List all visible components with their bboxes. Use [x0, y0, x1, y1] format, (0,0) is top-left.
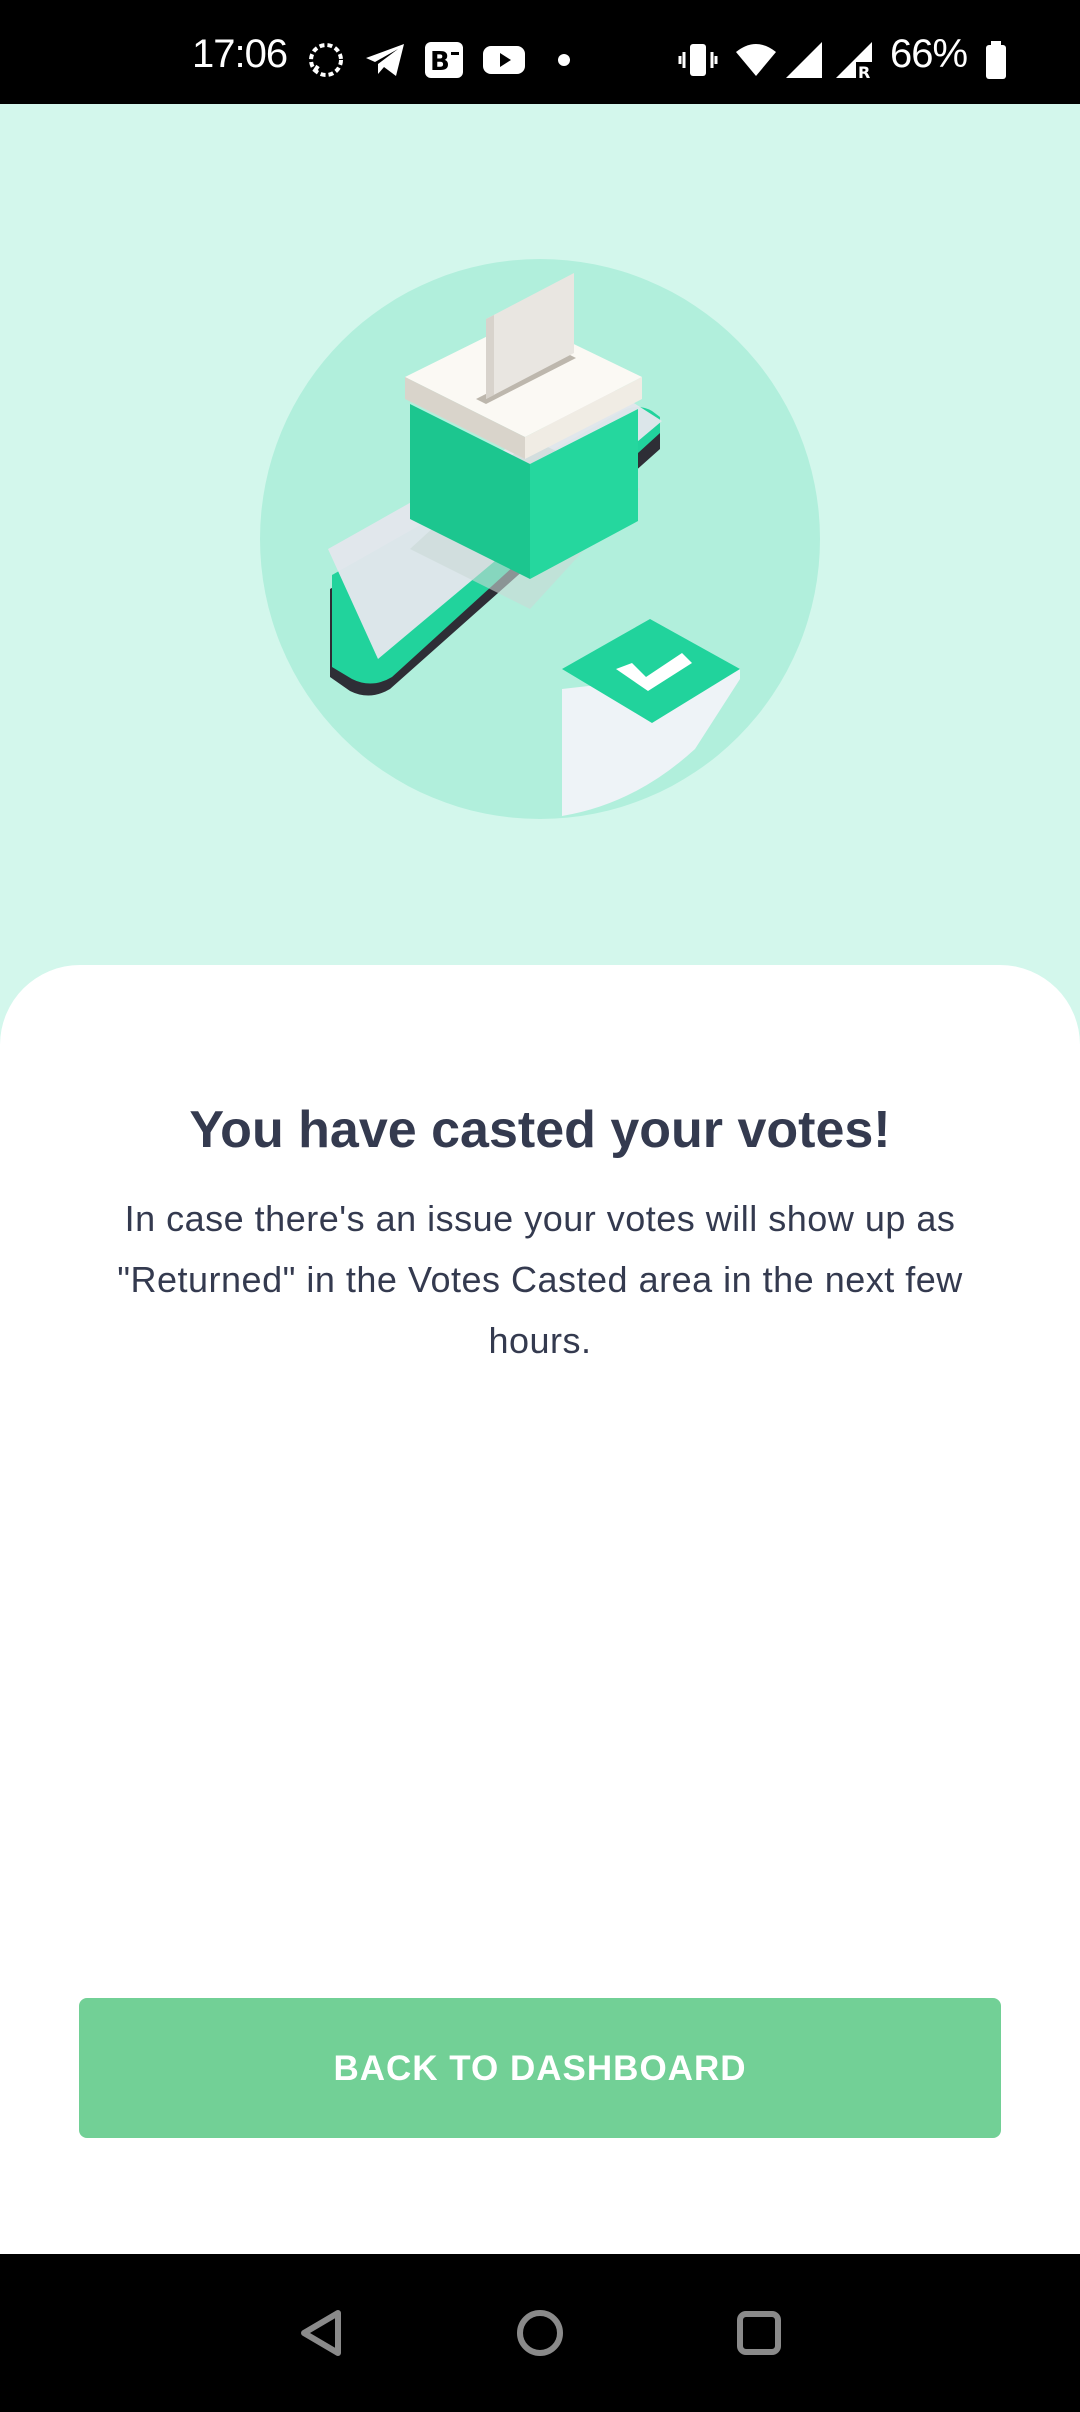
page-title: You have casted your votes!	[189, 1101, 891, 1159]
signal-messenger-icon	[309, 43, 343, 77]
svg-text:B: B	[430, 47, 450, 77]
cell-signal-roaming-icon: R	[836, 42, 872, 80]
back-to-dashboard-button[interactable]: BACK TO DASHBOARD	[79, 1998, 1001, 2138]
battery-icon	[986, 41, 1006, 79]
vibrate-icon	[678, 44, 718, 76]
recents-icon[interactable]	[714, 2288, 804, 2378]
back-icon[interactable]	[276, 2288, 366, 2378]
behance-icon: B	[425, 42, 463, 78]
cell-signal-icon	[786, 42, 822, 78]
status-bar: 17:06 B R 66%	[0, 0, 1080, 104]
system-nav-bar	[0, 2254, 1080, 2412]
telegram-icon	[366, 44, 404, 76]
ballot-box-phone-checkmark-illustration	[260, 259, 820, 819]
battery-percent: 66%	[890, 32, 968, 76]
home-icon[interactable]	[495, 2288, 585, 2378]
hero-section	[0, 104, 1080, 1044]
info-message: In case there's an issue your votes will…	[117, 1198, 963, 1361]
status-time: 17:06	[192, 32, 288, 76]
notification-dot-icon	[558, 54, 570, 66]
youtube-icon	[483, 46, 525, 74]
wifi-icon	[736, 44, 776, 76]
svg-text:R: R	[858, 63, 870, 80]
